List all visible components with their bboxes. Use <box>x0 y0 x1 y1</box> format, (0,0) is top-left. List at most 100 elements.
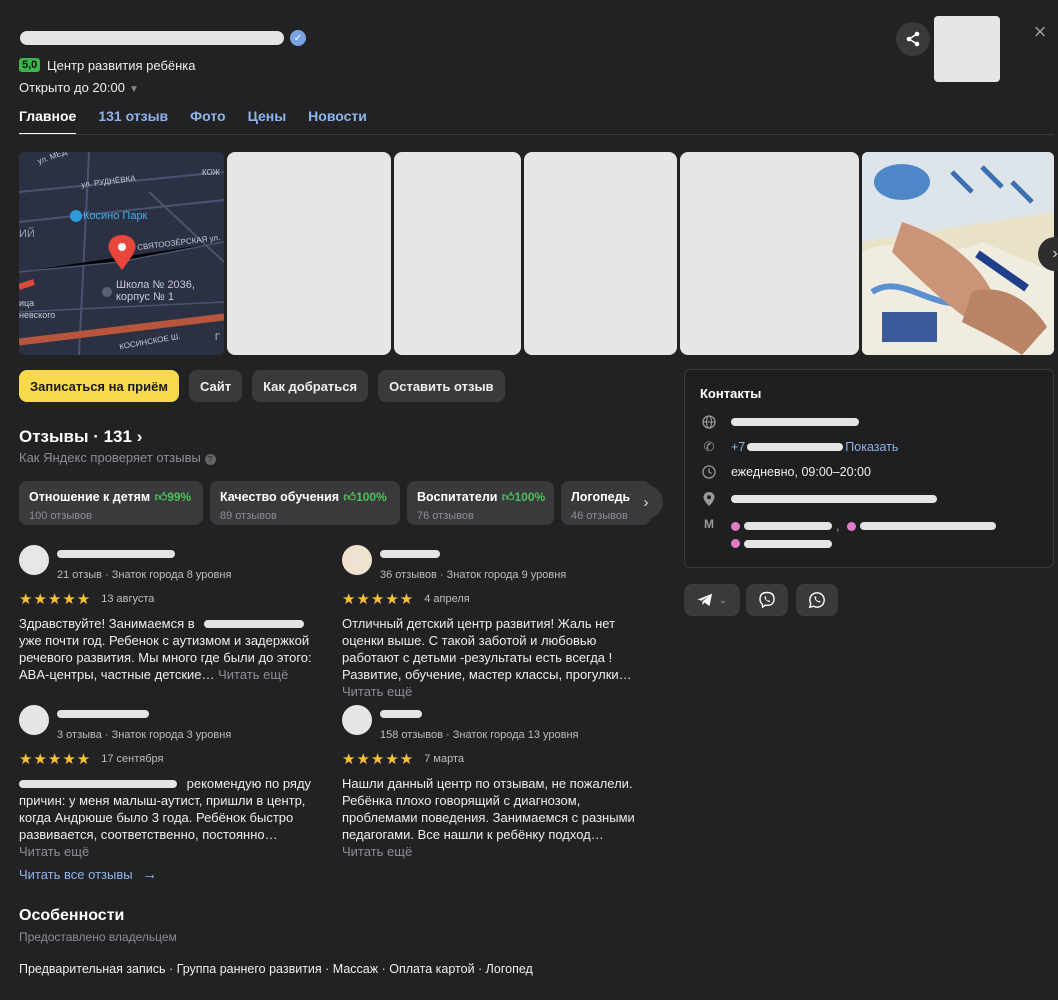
show-phone-link[interactable]: Показать <box>845 440 898 454</box>
tab-news[interactable]: Новости <box>308 108 367 135</box>
metro-station-redacted <box>744 522 832 530</box>
review-text-part: рекомендую по ряду <box>186 776 312 791</box>
review-text-part: причин: у меня малыш-аутист, пришли в це… <box>19 793 306 842</box>
features-list: Предварительная запись · Группа раннего … <box>19 962 533 976</box>
reviews-title: Отзывы · 131 <box>19 427 132 446</box>
metro-line-dot <box>731 521 740 531</box>
aspect-chip[interactable]: Отношение к детям 👍︎99% 100 отзывов <box>19 481 203 525</box>
phone-redacted <box>747 443 844 451</box>
aspects-next-button[interactable]: › <box>629 485 663 519</box>
aspect-name: Качество обучения <box>220 490 340 504</box>
chevron-down-icon: ⌄ <box>719 594 727 605</box>
avatar[interactable]: 🦊︎ <box>342 545 372 575</box>
map-school-line: корпус № 1 <box>116 291 175 303</box>
reviewer-name-redacted[interactable] <box>380 710 422 718</box>
reviews-verification-link[interactable]: Как Яндекс проверяет отзывы ? <box>19 450 216 465</box>
viber-icon <box>759 591 775 609</box>
thumbs-up-icon: 👍︎ <box>501 490 515 504</box>
phone-icon: ✆ <box>703 439 715 454</box>
review-card: 158 отзывов · Знаток города 13 уровня ★★… <box>342 705 642 860</box>
tabs: Главное 131 отзыв Фото Цены Новости <box>19 108 367 135</box>
review-card: ⚽︎ 21 отзыв · Знаток города 8 уровня ★★★… <box>19 545 319 683</box>
map-street-label: КОЖ <box>202 168 221 177</box>
rating-stars: ★★★★★ <box>342 591 415 608</box>
features-title: Особенности <box>19 907 125 924</box>
avatar[interactable]: ⚽︎ <box>19 545 49 575</box>
route-button[interactable]: Как добраться <box>252 370 369 402</box>
review-aspects: Отношение к детям 👍︎99% 100 отзывов Каче… <box>19 481 651 525</box>
read-more-link[interactable]: Читать ещё <box>342 843 642 860</box>
aspect-count: 46 отзывов <box>571 510 628 522</box>
review-card: 🦊︎ 36 отзывов · Знаток города 9 уровня ★… <box>342 545 642 700</box>
aspect-name: Воспитатели <box>417 490 498 504</box>
aspect-name: Логопеды <box>571 490 634 504</box>
tab-reviews[interactable]: 131 отзыв <box>98 108 168 135</box>
reviewer-name-redacted[interactable] <box>380 550 440 558</box>
aspect-count: 76 отзывов <box>417 510 474 522</box>
contacts-title: Контакты <box>700 386 762 401</box>
photo-graphic <box>862 152 1054 355</box>
reviews-subtitle: Как Яндекс проверяет отзывы <box>19 450 201 465</box>
metro-station-redacted <box>744 539 832 548</box>
review-date: 4 апреля <box>424 593 470 605</box>
contact-metro[interactable]: М , <box>701 516 997 548</box>
aspect-count: 89 отзывов <box>220 510 277 522</box>
aspect-percent: 100% <box>356 490 387 504</box>
review-text-part: Здравствуйте! Занимаемся в <box>19 616 195 631</box>
read-more-link[interactable]: Читать ещё <box>218 667 288 682</box>
viber-button[interactable] <box>746 584 788 616</box>
aspect-percent: 99% <box>167 490 192 504</box>
contact-address[interactable] <box>701 491 937 507</box>
close-button[interactable]: × <box>1030 21 1050 43</box>
thumbs-up-icon: 👍︎ <box>154 490 168 504</box>
tab-photo[interactable]: Фото <box>190 108 225 135</box>
review-text: Нашли данный центр по отзывам, не пожале… <box>342 775 642 860</box>
action-buttons: Записаться на приём Сайт Как добраться О… <box>19 370 505 402</box>
reviewer-name-redacted[interactable] <box>57 550 175 558</box>
aspect-chip[interactable]: Воспитатели 👍︎100% 76 отзывов <box>407 481 554 525</box>
read-more-link[interactable]: Читать ещё <box>19 844 89 859</box>
map-edge-label: ИЙ <box>19 228 35 240</box>
map-school-label: Школа № 2036, корпус № 1 <box>116 279 195 303</box>
review-date: 13 августа <box>101 593 155 605</box>
write-review-button[interactable]: Оставить отзыв <box>378 370 505 402</box>
map-park-label: Косино Парк <box>83 210 148 222</box>
book-appointment-button[interactable]: Записаться на приём <box>19 370 179 402</box>
photo-redacted[interactable] <box>524 152 677 355</box>
tabs-divider <box>19 134 1054 135</box>
chevron-right-icon: › <box>643 493 649 511</box>
telegram-button[interactable]: ⌄ <box>684 584 740 616</box>
hours-label: Открыто до 20:00 <box>19 80 125 95</box>
metro-line-dot <box>847 521 857 531</box>
map-school-line: Школа № 2036, <box>116 279 195 291</box>
map-thumbnail[interactable]: ул. РУДНЁВКА СВЯТООЗЁРСКАЯ ул. КОСИНСКОЕ… <box>19 152 224 355</box>
share-button[interactable] <box>896 22 930 56</box>
read-all-reviews-link[interactable]: Читать все отзывы → <box>19 866 157 883</box>
reviewer-name-redacted[interactable] <box>57 710 149 718</box>
photo-redacted[interactable] <box>394 152 521 355</box>
category-label[interactable]: Центр развития ребёнка <box>47 58 196 73</box>
rating-stars: ★★★★★ <box>342 751 415 768</box>
whatsapp-button[interactable] <box>796 584 838 616</box>
thumbs-up-icon: 👍︎ <box>343 490 357 504</box>
review-card: 3 отзыва · Знаток города 3 уровня ★★★★★ 1… <box>19 705 319 860</box>
tab-main[interactable]: Главное <box>19 108 77 135</box>
tab-prices[interactable]: Цены <box>248 108 287 135</box>
phone-prefix[interactable]: +7 <box>731 440 745 454</box>
read-more-link[interactable]: Читать ещё <box>342 683 642 700</box>
website-button[interactable]: Сайт <box>188 370 243 402</box>
reviews-title-link[interactable]: Отзывы · 131 › <box>19 427 142 447</box>
contact-website[interactable] <box>701 414 859 430</box>
reviewer-meta: 21 отзыв · Знаток города 8 уровня <box>57 569 232 581</box>
photo-children-drawing[interactable] <box>862 152 1054 355</box>
review-text: рекомендую по ряду причин: у меня малыш-… <box>19 775 319 860</box>
photo-redacted[interactable] <box>227 152 391 355</box>
chevron-right-icon: › <box>136 427 143 446</box>
hours-dropdown[interactable]: Открыто до 20:00 ▼ <box>19 80 139 95</box>
aspect-chip[interactable]: Качество обучения 👍︎100% 89 отзывов <box>210 481 400 525</box>
rating-stars: ★★★★★ <box>19 751 92 768</box>
avatar[interactable] <box>342 705 372 735</box>
photo-redacted[interactable] <box>680 152 859 355</box>
contacts-panel: Контакты ✆ +7 Показать ежедневно, 09:00–… <box>684 369 1054 568</box>
avatar[interactable] <box>19 705 49 735</box>
